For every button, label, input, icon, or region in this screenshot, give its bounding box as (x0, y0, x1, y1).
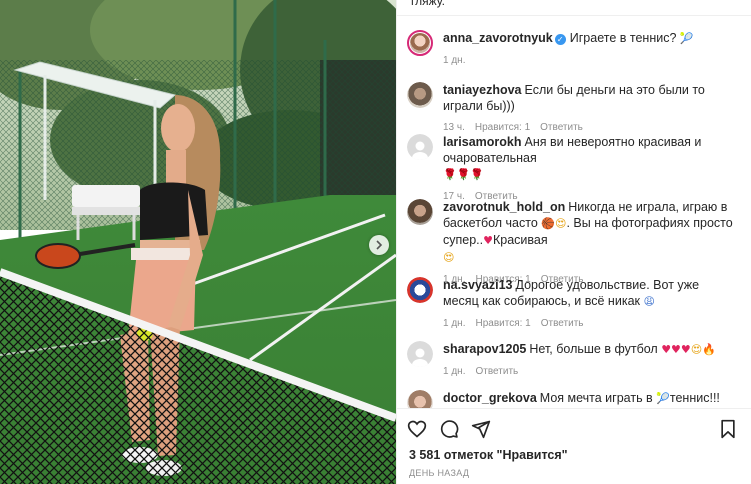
truncated-text: гляжу. (411, 0, 445, 8)
avatar[interactable] (407, 82, 433, 108)
default-avatar-icon (412, 141, 428, 160)
default-avatar-icon (412, 348, 428, 367)
avatar[interactable] (407, 277, 433, 303)
post-photo (0, 0, 396, 484)
comment-item: taniayezhova Если бы деньги на это были т… (407, 82, 737, 136)
post-side-panel: гляжу. anna_zavorotnyuk ✓ Играете в теннис… (396, 0, 751, 484)
sad-emoji-icon: 😩 (643, 295, 655, 308)
rose-emoji-icon: 🌹🌹🌹 (443, 168, 485, 181)
comment-time: 1 дн. (443, 318, 466, 329)
comment-time: 1 дн. (443, 366, 466, 377)
caption-text: Играете в теннис? (569, 31, 677, 45)
avatar[interactable] (407, 341, 433, 367)
comment-username[interactable]: taniayezhova (443, 83, 522, 97)
basketball-emoji-icon: 🏀 (541, 217, 555, 230)
next-photo-button[interactable] (369, 235, 389, 255)
likes-count[interactable]: 3 581 отметок "Нравится" (409, 448, 568, 462)
avatar[interactable] (407, 30, 433, 56)
fire-emoji-icon: 🔥 (702, 343, 716, 356)
comment-text: Моя мечта играть в (539, 391, 653, 405)
red-hearts-emoji-icon: ♥♥♥ (661, 343, 691, 356)
comment-username[interactable]: larisamorokh (443, 135, 522, 149)
share-icon[interactable] (471, 419, 491, 439)
chevron-right-icon (376, 240, 383, 250)
heart-icon[interactable] (407, 419, 427, 439)
comment-likes[interactable]: Нравится: 1 (475, 316, 530, 332)
comment-username[interactable]: doctor_grekova (443, 391, 537, 405)
post-caption: anna_zavorotnyuk ✓ Играете в теннис? 🎾 1 д… (407, 30, 737, 69)
heart-eyes-emoji-icon: 😍 (555, 217, 567, 230)
avatar[interactable] (407, 134, 433, 160)
tennis-emoji-icon: 🎾 (656, 392, 670, 405)
bookmark-icon[interactable] (718, 419, 738, 439)
heart-eyes-emoji-icon: 😍 (443, 251, 455, 264)
comment-icon[interactable] (439, 419, 459, 439)
comment-item: doctor_grekova Моя мечта играть в 🎾теннис… (407, 390, 737, 408)
caption-username[interactable]: anna_zavorotnyuk (443, 31, 553, 45)
comment-item: zavorotnuk_hold_on Никогда не играла, игр… (407, 199, 737, 288)
comment-item: na.svyazi13 Дорогое удовольствие. Вот уже… (407, 277, 737, 332)
verified-badge-icon: ✓ (554, 34, 566, 45)
heart-eyes-emoji-icon: 😍 (690, 343, 703, 356)
comments-list[interactable]: anna_zavorotnyuk ✓ Играете в теннис? 🎾 1 д… (397, 15, 751, 408)
tennis-emoji-icon: 🎾 (679, 32, 694, 45)
caption-time: 1 дн. (443, 55, 466, 66)
comment-text-end: Красивая (493, 233, 548, 247)
tennis-court-photo (0, 0, 396, 484)
avatar[interactable] (407, 199, 433, 225)
comment-text: Нет, больше в футбол (529, 342, 658, 356)
avatar[interactable] (407, 390, 433, 408)
post-actions: 3 581 отметок "Нравится" День назад (397, 408, 751, 484)
reply-button[interactable]: Ответить (475, 364, 518, 380)
comment-item: larisamorokh Аня ви невероятно красивая и… (407, 134, 737, 205)
post-date[interactable]: День назад (409, 468, 469, 478)
red-heart-emoji-icon: ♥ (483, 234, 493, 247)
comment-username[interactable]: sharapov1205 (443, 342, 526, 356)
comment-username[interactable]: na.svyazi13 (443, 278, 513, 292)
comment-item: sharapov1205 Нет, больше в футбол ♥♥♥😍🔥 1… (407, 341, 737, 380)
comment-username[interactable]: zavorotnuk_hold_on (443, 200, 565, 214)
reply-button[interactable]: Ответить (541, 316, 584, 332)
